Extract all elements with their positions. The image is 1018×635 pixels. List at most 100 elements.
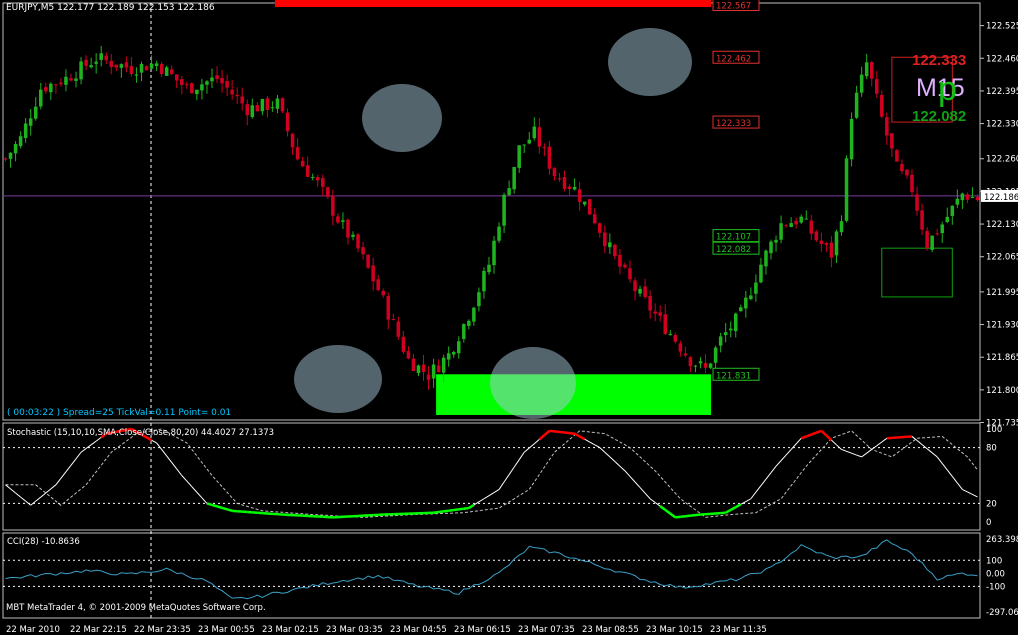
stoch-main-segment (951, 476, 958, 484)
candle-body (451, 351, 456, 355)
candle-body (300, 160, 305, 167)
price-candles (3, 45, 980, 390)
candle-body (250, 105, 255, 118)
stoch-main-segment (795, 437, 802, 445)
stoch-main-segment (151, 439, 157, 444)
stoch-main-segment (15, 492, 21, 498)
highlight-ellipse-1 (294, 345, 382, 413)
cci-tick-label: 100 (986, 556, 1002, 566)
stoch-main-segment (956, 482, 963, 490)
candle-body (592, 214, 597, 224)
stoch-main-segment (967, 491, 973, 495)
stoch-main-segment (181, 475, 188, 482)
stoch-main-segment (916, 440, 923, 446)
stoch-main-segment (196, 491, 203, 499)
candle-body (789, 223, 793, 228)
candle-body (54, 84, 58, 86)
stoch-main-segment (488, 492, 495, 497)
candle-body (673, 335, 678, 342)
stoch-main-segment (221, 506, 228, 511)
price-line-label-2: 122.333 (716, 119, 751, 129)
candle-body (119, 64, 124, 68)
stoch-main-segment (493, 489, 500, 493)
stoch-main-segment (549, 429, 555, 433)
candle-body (336, 216, 340, 223)
candle-body (759, 264, 763, 283)
candle-body (955, 198, 960, 205)
candle-body (310, 177, 315, 179)
candle-body (28, 118, 33, 126)
candle-body (371, 265, 375, 282)
candle-body (225, 80, 229, 88)
stoch-main-segment (45, 488, 52, 494)
price-line-label-1: 122.462 (716, 54, 751, 64)
candle-body (280, 98, 285, 112)
stoch-main-segment (554, 430, 560, 434)
stoch-main-segment (675, 515, 681, 519)
candle-body (824, 243, 829, 245)
candle-body (905, 169, 909, 176)
stoch-main-segment (518, 451, 525, 460)
candle-body (527, 139, 532, 144)
candle-body (326, 187, 330, 197)
candle-body (890, 133, 894, 149)
stoch-main-segment (644, 492, 651, 500)
candle-body (235, 94, 239, 97)
candle-body (587, 199, 592, 215)
candle-body (940, 224, 944, 234)
candle-body (139, 63, 144, 73)
candle-body (608, 242, 612, 248)
candle-body (386, 295, 391, 320)
candle-body (290, 133, 295, 148)
candle-body (598, 223, 602, 233)
candle-body (3, 158, 8, 160)
candle-body (331, 195, 335, 216)
candle-body (457, 341, 461, 354)
candle-body (819, 240, 824, 245)
candle-body (462, 324, 466, 340)
stoch-main-segment (936, 456, 943, 464)
stoch-tick-label: 100 (986, 425, 1002, 435)
candle-body (774, 239, 778, 243)
stoch-main-segment (730, 506, 737, 512)
stoch-main-segment (523, 447, 530, 453)
stoch-main-segment (856, 454, 862, 458)
stoch-main-segment (735, 503, 742, 509)
stoch-main-segment (201, 497, 208, 504)
candle-body (154, 63, 159, 66)
stoch-main-segment (569, 431, 575, 435)
y-tick-label: 121.930 (986, 321, 1018, 331)
candle-body (240, 96, 244, 104)
candle-body (658, 312, 662, 316)
candle-body (366, 254, 370, 268)
x-tick-label: 22 Mar 23:35 (134, 625, 191, 635)
candle-body (854, 92, 859, 118)
candle-body (482, 270, 486, 292)
stoch-main-segment (433, 510, 439, 514)
candle-body (441, 357, 446, 373)
stoch-main-segment (619, 465, 626, 472)
candle-body (421, 364, 426, 373)
stoch-main-segment (770, 465, 777, 474)
candle-body (18, 136, 23, 147)
stochastic-title: Stochastic (15,10,10,SMA,Close/Close,80,… (7, 428, 275, 438)
x-tick-label: 23 Mar 02:15 (262, 625, 319, 635)
candle-body (864, 62, 869, 77)
candle-body (834, 231, 839, 256)
candle-body (517, 145, 521, 168)
candle-body (713, 347, 718, 363)
candle-body (623, 264, 627, 268)
candle-body (698, 361, 703, 364)
candle-body (99, 53, 103, 60)
y-tick-label: 121.865 (986, 353, 1018, 363)
candle-body (663, 314, 668, 334)
candle-body (859, 74, 864, 93)
stoch-main-segment (599, 447, 606, 453)
copyright-text: MBT MetaTrader 4, © 2001-2009 MetaQuotes… (6, 603, 266, 613)
candle-body (129, 66, 134, 74)
stoch-main-segment (861, 452, 867, 458)
cci-tick-label: -100 (986, 582, 1005, 592)
candle-body (124, 62, 129, 68)
stoch-main-segment (755, 485, 762, 493)
stoch-main-segment (614, 461, 621, 467)
